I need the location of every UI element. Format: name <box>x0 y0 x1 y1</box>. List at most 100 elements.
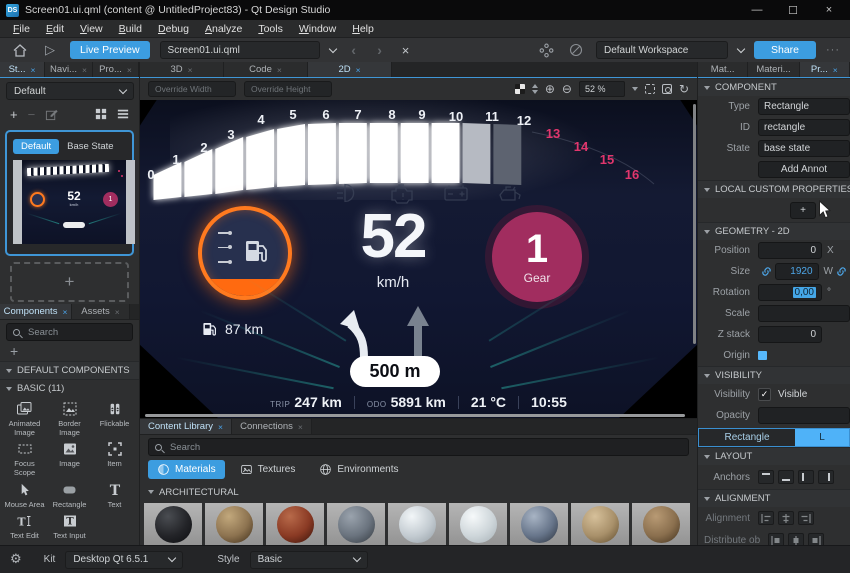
close-tab-icon[interactable]: × <box>298 422 303 432</box>
menu-item-debug[interactable]: Debug <box>151 22 196 36</box>
add-annotation-button[interactable]: Add Annot <box>758 161 850 178</box>
distribute-right-button[interactable] <box>808 533 824 545</box>
close-tab-icon[interactable]: × <box>30 65 35 75</box>
opacity-field[interactable] <box>758 407 850 424</box>
visible-checkbox[interactable]: ✓ <box>758 388 771 401</box>
align-center-h-button[interactable] <box>778 511 794 525</box>
style-selector[interactable]: Basic <box>250 551 368 569</box>
component-border-image[interactable]: Border Image <box>47 400 92 437</box>
menu-item-build[interactable]: Build <box>112 22 149 36</box>
zoom-in-icon[interactable]: ⊕ <box>545 82 555 96</box>
align-left-button[interactable] <box>758 511 774 525</box>
close-button[interactable]: × <box>814 0 844 20</box>
zoom-selection-icon[interactable] <box>662 84 672 94</box>
section-default-components[interactable]: DEFAULT COMPONENTS <box>0 361 139 379</box>
minimize-button[interactable]: — <box>742 0 772 20</box>
state-card-default[interactable]: Default Base State 1 52 km/h <box>5 130 134 256</box>
material-tile[interactable] <box>327 503 385 547</box>
material-tile[interactable] <box>388 503 446 547</box>
scale-field[interactable] <box>758 305 850 322</box>
library-search-input[interactable] <box>168 441 682 454</box>
close-tab-icon[interactable]: × <box>833 65 838 75</box>
origin-center-button[interactable] <box>758 351 767 360</box>
section-visibility[interactable]: VISIBILITY <box>698 366 850 384</box>
gear-icon[interactable]: ⚙ <box>10 552 22 567</box>
workspace-selector[interactable]: Default Workspace <box>596 41 728 59</box>
override-width-input[interactable] <box>148 81 236 97</box>
zoom-fit-icon[interactable] <box>645 84 655 94</box>
size-w-field[interactable]: 1920 <box>775 263 819 280</box>
link-icon[interactable] <box>836 266 847 277</box>
section-alignment[interactable]: ALIGNMENT <box>698 489 850 507</box>
edit-state-icon[interactable] <box>45 108 58 121</box>
close-tab-icon[interactable]: × <box>218 422 223 432</box>
tab-assets[interactable]: Assets× <box>72 304 130 319</box>
section-basic[interactable]: BASIC (11) <box>0 379 139 397</box>
section-geometry[interactable]: GEOMETRY - 2D <box>698 222 850 240</box>
component-text[interactable]: TText <box>92 481 137 510</box>
close-tab-icon[interactable]: × <box>127 65 132 75</box>
menu-item-edit[interactable]: Edit <box>39 22 71 36</box>
chevron-down-icon[interactable] <box>328 44 336 52</box>
component-text-input[interactable]: TText Input <box>47 512 92 541</box>
close-tab-icon[interactable]: × <box>356 65 361 75</box>
run-icon[interactable]: ▷ <box>40 41 60 59</box>
tab-code[interactable]: Code× <box>224 62 308 77</box>
components-search-input[interactable] <box>26 326 126 339</box>
add-state-icon[interactable]: + <box>10 107 18 122</box>
align-right-button[interactable] <box>798 511 814 525</box>
tab-connections[interactable]: Connections× <box>232 419 312 434</box>
menu-item-view[interactable]: View <box>73 22 110 36</box>
background-pattern-icon[interactable] <box>515 84 525 94</box>
section-layout[interactable]: LAYOUT <box>698 447 850 465</box>
maximize-button[interactable]: ☐ <box>778 0 808 20</box>
close-tab-icon[interactable]: × <box>188 65 193 75</box>
subtab-rectangle[interactable]: Rectangle <box>699 429 795 446</box>
material-tile[interactable] <box>266 503 324 547</box>
add-module-button[interactable]: + <box>0 341 139 361</box>
state-thumbnail[interactable]: 1 52 km/h <box>13 160 135 244</box>
tab-projects[interactable]: Pro...× <box>93 62 139 77</box>
distribute-center-h-button[interactable] <box>788 533 804 545</box>
material-tile[interactable] <box>144 503 202 547</box>
state-field[interactable]: base state <box>758 140 850 157</box>
share-button[interactable]: Share <box>754 41 816 59</box>
tab-components[interactable]: Components× <box>0 304 72 319</box>
subtab-layout[interactable]: L <box>795 429 849 446</box>
library-search[interactable] <box>148 438 689 456</box>
tab-navigator[interactable]: Navi...× <box>45 62 93 77</box>
home-icon[interactable] <box>10 41 30 59</box>
tab-material-editor[interactable]: Materi... <box>748 62 799 77</box>
filter-textures[interactable]: Textures <box>231 460 305 479</box>
back-icon[interactable]: ‹ <box>346 42 362 58</box>
zoom-out-icon[interactable]: ⊖ <box>562 82 572 96</box>
close-tab-icon[interactable]: × <box>82 65 87 75</box>
tab-3d[interactable]: 3D× <box>140 62 224 77</box>
rotation-field[interactable]: 0,00 <box>758 284 822 301</box>
live-preview-button[interactable]: Live Preview <box>70 41 150 59</box>
state-name-badge[interactable]: Default <box>13 139 59 154</box>
tab-2d[interactable]: 2D× <box>308 62 392 77</box>
workspaces-icon[interactable] <box>536 41 556 59</box>
close-tab-icon[interactable]: × <box>115 307 120 317</box>
link-icon[interactable] <box>761 266 772 277</box>
file-selector[interactable]: Screen01.ui.qml <box>160 41 320 59</box>
menu-item-window[interactable]: Window <box>292 22 343 36</box>
material-tile[interactable] <box>571 503 629 547</box>
material-tile[interactable] <box>449 503 507 547</box>
zoom-dropdown-icon[interactable] <box>632 87 638 91</box>
anchor-right-button[interactable] <box>818 470 834 484</box>
zoom-level-field[interactable]: 52 % <box>579 81 625 97</box>
tab-states[interactable]: St...× <box>0 62 45 77</box>
component-item[interactable]: Item <box>92 440 137 477</box>
state-group-selector[interactable]: Default <box>6 82 134 100</box>
tab-content-library[interactable]: Content Library× <box>140 419 232 434</box>
component-animated-image[interactable]: Animated Image <box>2 400 47 437</box>
position-x-field[interactable]: 0 <box>758 242 822 259</box>
material-tile[interactable] <box>510 503 568 547</box>
menu-item-analyze[interactable]: Analyze <box>198 22 249 36</box>
annotations-icon[interactable] <box>566 41 586 59</box>
zstack-field[interactable]: 0 <box>758 326 822 343</box>
grid-view-icon[interactable] <box>95 108 107 120</box>
material-tile[interactable] <box>205 503 263 547</box>
